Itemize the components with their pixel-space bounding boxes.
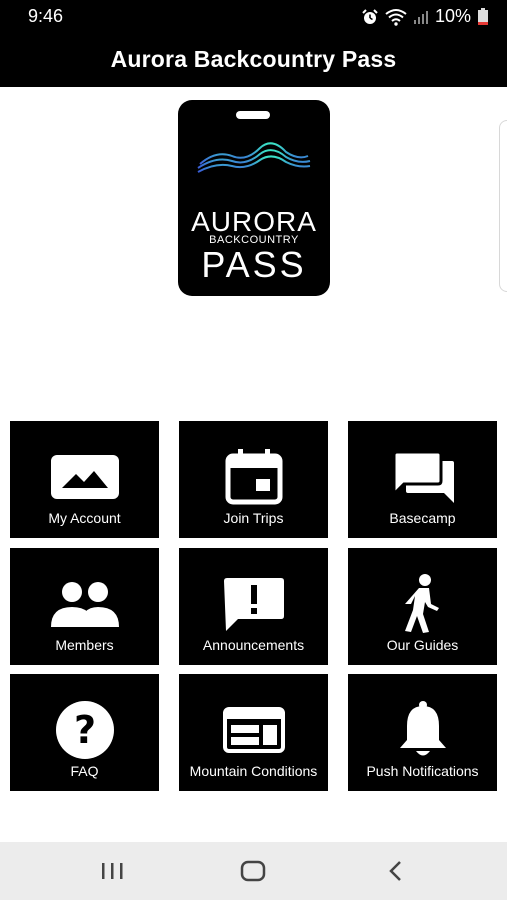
status-icons: 10% [361, 6, 489, 27]
alarm-icon [361, 8, 379, 26]
status-bar: 9:46 10% [0, 0, 507, 32]
walking-person-icon [348, 574, 497, 633]
logo-text-pass: PASS [201, 244, 307, 285]
tile-mountain-conditions[interactable]: Mountain Conditions [179, 674, 328, 791]
tile-label: Mountain Conditions [189, 763, 318, 779]
pass-logo: AURORA BACKCOUNTRY PASS [178, 100, 330, 296]
tile-label: Basecamp [389, 510, 456, 526]
tile-announcements[interactable]: Announcements [179, 548, 328, 665]
tile-basecamp[interactable]: Basecamp [348, 421, 497, 538]
tile-label: Our Guides [386, 637, 459, 653]
tile-join-trips[interactable]: Join Trips [179, 421, 328, 538]
tile-label: Members [55, 637, 114, 653]
edge-panel-handle[interactable] [499, 120, 507, 292]
lanyard-slot [236, 111, 270, 119]
home-icon [240, 860, 266, 882]
tile-label: FAQ [70, 763, 99, 779]
chat-bubbles-icon [348, 449, 497, 505]
battery-icon [477, 7, 489, 26]
tile-members[interactable]: Members [10, 548, 159, 665]
tile-our-guides[interactable]: Our Guides [348, 548, 497, 665]
signal-icon [413, 9, 429, 25]
recents-button[interactable] [92, 856, 132, 886]
bell-icon [348, 701, 497, 758]
tile-faq[interactable]: ? FAQ [10, 674, 159, 791]
alert-message-icon [179, 576, 328, 632]
battery-percent: 10% [434, 6, 471, 26]
mountain-waves-icon [197, 142, 311, 193]
people-icon [10, 576, 159, 632]
app-title: Aurora Backcountry Pass [110, 46, 397, 72]
calendar-icon [179, 449, 328, 505]
back-icon [389, 861, 401, 881]
tile-my-account[interactable]: My Account [10, 421, 159, 538]
image-icon [10, 449, 159, 505]
web-page-icon [179, 702, 328, 758]
tile-label: My Account [48, 510, 121, 526]
home-button[interactable] [233, 856, 273, 886]
status-time: 9:46 [28, 6, 64, 26]
recents-icon [102, 863, 123, 879]
svg-text:?: ? [73, 708, 95, 752]
tile-label: Join Trips [223, 510, 284, 526]
tile-label: Push Notifications [366, 763, 479, 779]
wifi-icon [385, 8, 407, 26]
back-button[interactable] [376, 856, 416, 886]
tile-push-notifications[interactable]: Push Notifications [348, 674, 497, 791]
question-icon: ? [10, 701, 159, 759]
tile-label: Announcements [202, 637, 305, 653]
app-bar: Aurora Backcountry Pass [0, 32, 507, 87]
system-nav-bar [0, 842, 507, 900]
